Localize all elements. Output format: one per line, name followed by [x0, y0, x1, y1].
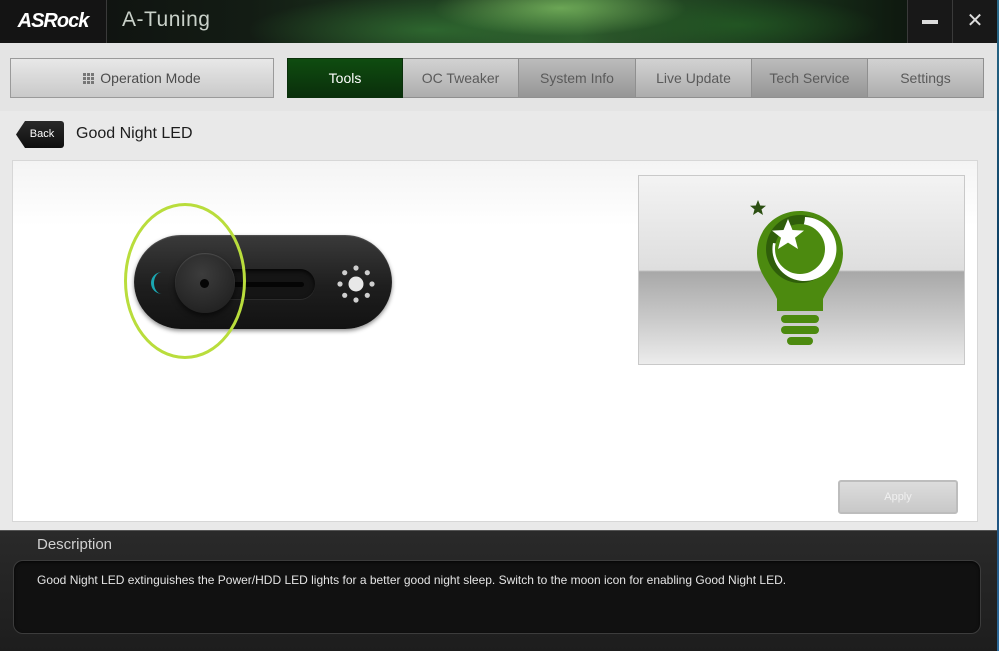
- minimize-button[interactable]: [907, 0, 952, 43]
- tab-settings[interactable]: Settings: [868, 58, 984, 98]
- back-button[interactable]: Back: [16, 121, 64, 148]
- tab-oc-tweaker[interactable]: OC Tweaker: [403, 58, 519, 98]
- page-title: Good Night LED: [76, 125, 193, 142]
- lightbulb-moon-star-icon: [750, 200, 843, 345]
- tab-system-info[interactable]: System Info: [519, 58, 636, 98]
- description-title: Description: [37, 536, 113, 553]
- description-box: [13, 560, 981, 634]
- apply-button[interactable]: Apply: [838, 480, 958, 514]
- tab-live-update[interactable]: Live Update: [636, 58, 752, 98]
- app-title: A-Tuning: [122, 8, 211, 31]
- title-bar: ASRock A-Tuning ✕: [0, 0, 997, 44]
- close-icon: ✕: [966, 10, 984, 32]
- brand-logo: ASRock: [0, 0, 107, 43]
- sun-icon: [337, 265, 375, 303]
- main-tabs: Tools OC Tweaker System Info Live Update…: [287, 58, 984, 98]
- atuning-window: ASRock A-Tuning ✕ Operation Mode Tools O…: [0, 0, 997, 651]
- operation-mode-button[interactable]: Operation Mode: [10, 58, 274, 98]
- minimize-icon: [922, 19, 938, 24]
- grid-icon: [83, 73, 95, 84]
- nav-row: Operation Mode Tools OC Tweaker System I…: [0, 43, 997, 111]
- tab-tech-service[interactable]: Tech Service: [752, 58, 868, 98]
- close-button[interactable]: ✕: [952, 0, 997, 43]
- tab-tools[interactable]: Tools: [287, 58, 403, 98]
- operation-mode-label: Operation Mode: [100, 70, 201, 86]
- description-text: Good Night LED extinguishes the Power/HD…: [37, 573, 787, 587]
- highlight-ring: [124, 203, 246, 359]
